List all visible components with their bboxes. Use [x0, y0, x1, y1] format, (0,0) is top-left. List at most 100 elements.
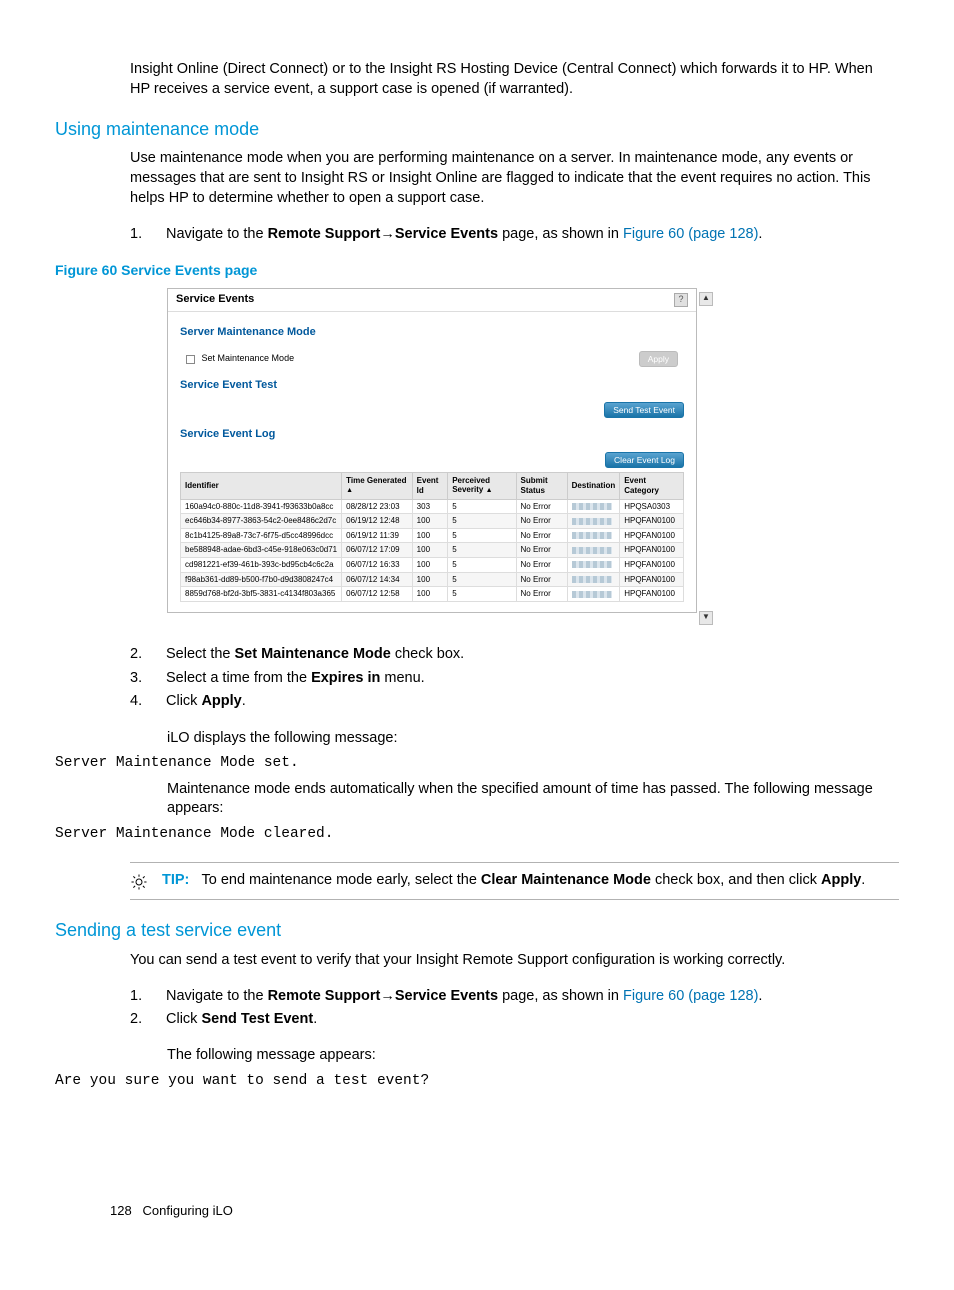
- cell-destination: [567, 572, 620, 587]
- cell-identifier: 160a94c0-880c-11d8-3941-f93633b0a8cc: [181, 499, 342, 514]
- cell-time: 08/28/12 23:03: [342, 499, 413, 514]
- step1-text-pre: Navigate to the: [166, 226, 268, 242]
- st-step-2: 2. Click Send Test Event.: [130, 1008, 899, 1032]
- col-event-id[interactable]: Event Id: [412, 472, 448, 499]
- cell-identifier: cd981221-ef39-461b-393c-bd95cb4c6c2a: [181, 558, 342, 573]
- cell-status: No Error: [516, 528, 567, 543]
- help-icon[interactable]: ?: [674, 293, 688, 307]
- table-row[interactable]: f98ab361-dd89-b500-f7b0-d9d3808247c406/0…: [181, 572, 684, 587]
- st1-post: page, as shown in: [498, 988, 623, 1004]
- step1-end: .: [758, 226, 762, 242]
- tip-label: TIP:: [162, 872, 189, 888]
- cell-time: 06/19/12 12:48: [342, 514, 413, 529]
- cell-destination: [567, 558, 620, 573]
- col-destination[interactable]: Destination: [567, 472, 620, 499]
- sort-arrow-icon: ▲: [486, 487, 493, 494]
- set-maintenance-mode-checkbox[interactable]: [186, 355, 195, 364]
- cell-category: HPQFAN0100: [620, 587, 684, 602]
- arrow: →: [380, 226, 395, 242]
- page-number: 128: [110, 1203, 132, 1218]
- cell-status: No Error: [516, 572, 567, 587]
- cell-identifier: 8859d768-bf2d-3bf5-3831-c4134f803a365: [181, 587, 342, 602]
- cell-time: 06/07/12 17:09: [342, 543, 413, 558]
- st2-pre: Click: [166, 1011, 201, 1027]
- list-number: 1.: [130, 225, 148, 245]
- heading-maintenance-mode: Using maintenance mode: [55, 117, 899, 141]
- table-row[interactable]: 8859d768-bf2d-3bf5-3831-c4134f803a36506/…: [181, 587, 684, 602]
- cell-destination: [567, 514, 620, 529]
- cell-destination: [567, 543, 620, 558]
- cell-destination: [567, 499, 620, 514]
- step2-post: check box.: [391, 646, 464, 662]
- col-identifier[interactable]: Identifier: [181, 472, 342, 499]
- send-test-event-button[interactable]: Send Test Event: [604, 402, 684, 418]
- scroll-down-icon[interactable]: ▼: [699, 611, 713, 625]
- cell-time: 06/07/12 16:33: [342, 558, 413, 573]
- st1-end: .: [758, 988, 762, 1004]
- tip-bold1: Clear Maintenance Mode: [481, 872, 651, 888]
- step1-text-post: page, as shown in: [498, 226, 623, 242]
- step1-remote-support: Remote Support: [268, 226, 381, 242]
- sort-arrow-icon: ▲: [346, 487, 353, 494]
- step4-pre: Click: [166, 693, 201, 709]
- cell-event-id: 100: [412, 514, 448, 529]
- step3-bold: Expires in: [311, 670, 380, 686]
- send-test-para: You can send a test event to verify that…: [130, 951, 889, 971]
- figure-link[interactable]: Figure 60 (page 128): [623, 226, 758, 242]
- mm-step-1: 1. Navigate to the Remote Support→Servic…: [130, 223, 899, 247]
- cell-identifier: ec646b34-8977-3863-54c2-0ee8486c2d7c: [181, 514, 342, 529]
- section-server-maintenance-mode: Server Maintenance Mode: [180, 326, 684, 339]
- mm-step-2: 2. Select the Set Maintenance Mode check…: [130, 643, 899, 667]
- cell-category: HPQFAN0100: [620, 514, 684, 529]
- code-set: Server Maintenance Mode set.: [55, 754, 899, 774]
- figure-caption: Figure 60 Service Events page: [55, 261, 899, 280]
- cell-category: HPQFAN0100: [620, 558, 684, 573]
- cell-severity: 5: [448, 528, 516, 543]
- code-cleared: Server Maintenance Mode cleared.: [55, 825, 899, 845]
- col-time[interactable]: Time Generated ▲: [342, 472, 413, 499]
- step3-pre: Select a time from the: [166, 670, 311, 686]
- table-row[interactable]: 160a94c0-880c-11d8-3941-f93633b0a8cc08/2…: [181, 499, 684, 514]
- cell-event-id: 303: [412, 499, 448, 514]
- cell-destination: [567, 587, 620, 602]
- section-service-event-log: Service Event Log: [180, 428, 684, 441]
- scrollbar[interactable]: ▲ ▼: [697, 288, 713, 629]
- table-row[interactable]: 8c1b4125-89a8-73c7-6f75-d5cc48996dcc06/1…: [181, 528, 684, 543]
- figure-link-2[interactable]: Figure 60 (page 128): [623, 988, 758, 1004]
- step1-service-events: Service Events: [395, 226, 498, 242]
- apply-button[interactable]: Apply: [639, 351, 678, 367]
- cell-status: No Error: [516, 543, 567, 558]
- section-service-event-test: Service Event Test: [180, 379, 684, 392]
- col-submit[interactable]: Submit Status: [516, 472, 567, 499]
- st2-post: .: [313, 1011, 317, 1027]
- st1-pre: Navigate to the: [166, 988, 268, 1004]
- st-step-1: 1. Navigate to the Remote Support→Servic…: [130, 985, 899, 1009]
- table-row[interactable]: cd981221-ef39-461b-393c-bd95cb4c6c2a06/0…: [181, 558, 684, 573]
- maintenance-mode-paragraph: Use maintenance mode when you are perfor…: [130, 149, 889, 208]
- step4-post: .: [242, 693, 246, 709]
- intro-paragraph: Insight Online (Direct Connect) or to th…: [130, 60, 889, 99]
- cell-time: 06/07/12 14:34: [342, 572, 413, 587]
- list-number: 3.: [130, 669, 148, 689]
- cell-status: No Error: [516, 587, 567, 602]
- mm-step-4: 4. Click Apply.: [130, 690, 899, 714]
- tip-end: .: [861, 872, 865, 888]
- clear-event-log-button[interactable]: Clear Event Log: [605, 452, 684, 468]
- cell-identifier: be588948-adae-6bd3-c45e-918e063c0d71: [181, 543, 342, 558]
- mm-step-3: 3. Select a time from the Expires in men…: [130, 667, 899, 691]
- cell-category: HPQSA0303: [620, 499, 684, 514]
- list-number: 4.: [130, 692, 148, 712]
- col-category[interactable]: Event Category: [620, 472, 684, 499]
- mm-auto-end-para: Maintenance mode ends automatically when…: [167, 780, 889, 819]
- code-confirm: Are you sure you want to send a test eve…: [55, 1072, 899, 1092]
- table-row[interactable]: ec646b34-8977-3863-54c2-0ee8486c2d7c06/1…: [181, 514, 684, 529]
- service-events-screenshot: Service Events ? Server Maintenance Mode…: [167, 288, 697, 613]
- panel-title: Service Events: [176, 293, 254, 306]
- scroll-up-icon[interactable]: ▲: [699, 292, 713, 306]
- col-severity[interactable]: Perceived Severity ▲: [448, 472, 516, 499]
- step4-bold: Apply: [201, 693, 241, 709]
- set-maintenance-mode-label: Set Maintenance Mode: [202, 353, 295, 363]
- cell-time: 06/19/12 11:39: [342, 528, 413, 543]
- table-row[interactable]: be588948-adae-6bd3-c45e-918e063c0d7106/0…: [181, 543, 684, 558]
- cell-status: No Error: [516, 558, 567, 573]
